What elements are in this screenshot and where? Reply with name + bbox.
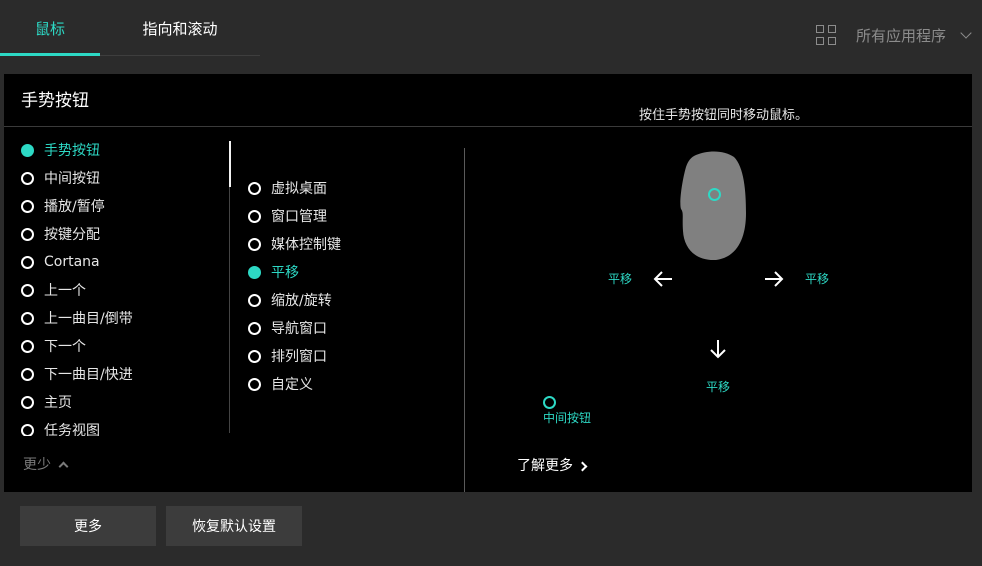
middle-button-label: 中间按钮 <box>543 411 592 425</box>
list-item[interactable]: 导航窗口 <box>248 318 327 338</box>
gesture-button-hotspot[interactable] <box>708 188 721 201</box>
radio-icon <box>248 181 261 195</box>
radio-icon <box>248 293 261 307</box>
action-list: 虚拟桌面 窗口管理 媒体控制键 平移 缩放/旋转 导航窗口 排列窗口 自定义 <box>248 178 458 408</box>
radio-icon <box>21 311 34 325</box>
radio-icon <box>248 209 261 223</box>
list-item[interactable]: 排列窗口 <box>248 346 327 366</box>
panel-hint: 按住手势按钮同时移动鼠标。 <box>638 108 808 123</box>
list-item[interactable]: 中间按钮 <box>21 168 100 188</box>
radio-icon <box>21 283 34 297</box>
app-selector[interactable]: 所有应用程序 <box>815 22 972 48</box>
radio-icon <box>248 377 261 391</box>
list-item[interactable]: 播放/暂停 <box>21 196 105 216</box>
chevron-right-icon <box>577 461 588 472</box>
arrow-left-icon <box>653 271 672 287</box>
list-item[interactable]: 主页 <box>21 392 72 412</box>
list-item[interactable]: 媒体控制键 <box>248 234 341 254</box>
list-item[interactable]: 自定义 <box>248 374 313 394</box>
radio-icon <box>21 423 34 436</box>
show-less-button[interactable]: 更少 <box>23 454 69 474</box>
radio-icon <box>21 395 34 409</box>
panel-divider <box>4 126 972 127</box>
radio-icon <box>21 227 34 241</box>
column-divider <box>464 148 465 492</box>
gesture-right-label: 平移 <box>805 272 830 286</box>
scrollbar-thumb[interactable] <box>229 141 231 187</box>
panel-title: 手势按钮 <box>21 91 89 111</box>
list-item[interactable]: 手势按钮 <box>21 140 100 160</box>
radio-icon <box>21 199 34 213</box>
grid-icon <box>815 25 836 45</box>
active-tab-indicator <box>0 53 100 56</box>
tab-point-and-scroll[interactable]: 指向和滚动 <box>100 0 260 56</box>
chevron-down-icon <box>960 27 972 39</box>
app-selector-label: 所有应用程序 <box>855 26 946 45</box>
button-list: 手势按钮 中间按钮 播放/暂停 按键分配 Cortana 上一个 上一曲目/倒带… <box>21 140 221 436</box>
list-item[interactable]: 上一曲目/倒带 <box>21 308 133 328</box>
learn-more-link[interactable]: 了解更多 <box>517 455 588 475</box>
radio-icon <box>248 321 261 335</box>
radio-icon <box>21 171 34 185</box>
list-item[interactable]: 缩放/旋转 <box>248 290 332 310</box>
radio-icon <box>248 237 261 251</box>
restore-defaults-button[interactable]: 恢复默认设置 <box>166 506 302 546</box>
list-item[interactable]: 窗口管理 <box>248 206 327 226</box>
radio-icon <box>21 367 34 381</box>
radio-selected-icon <box>21 143 34 157</box>
list-item[interactable]: 下一个 <box>21 336 86 356</box>
list-item[interactable]: 上一个 <box>21 280 86 300</box>
list-item[interactable]: Cortana <box>21 252 100 272</box>
arrow-down-icon <box>710 340 726 359</box>
more-button[interactable]: 更多 <box>20 506 156 546</box>
tab-bar: 鼠标 指向和滚动 所有应用程序 <box>0 0 982 58</box>
tab-divider <box>100 55 260 56</box>
middle-button-hotspot[interactable] <box>543 396 556 409</box>
list-item[interactable]: 下一曲目/快进 <box>21 364 133 384</box>
radio-selected-icon <box>248 265 261 279</box>
list-item[interactable]: 虚拟桌面 <box>248 178 327 198</box>
gesture-down-label: 平移 <box>706 380 731 394</box>
radio-icon <box>21 339 34 353</box>
list-item[interactable]: 按键分配 <box>21 224 100 244</box>
list-item[interactable]: 平移 <box>248 262 299 282</box>
tab-mouse[interactable]: 鼠标 <box>0 0 100 56</box>
radio-icon <box>248 349 261 363</box>
arrow-right-icon <box>765 271 784 287</box>
list-item[interactable]: 任务视图 <box>21 420 100 436</box>
mouse-top-view <box>680 151 746 261</box>
gesture-left-label: 平移 <box>608 272 633 286</box>
chevron-up-icon <box>58 461 69 471</box>
radio-icon <box>21 255 34 269</box>
